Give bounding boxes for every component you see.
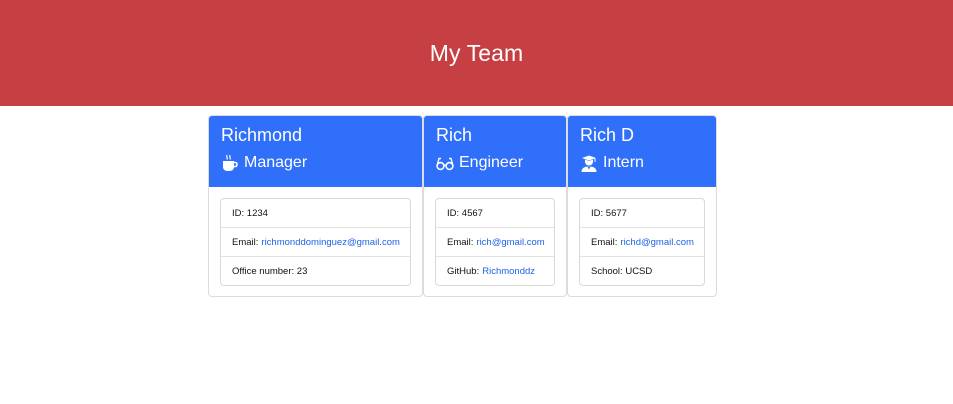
id-value: 5677 bbox=[605, 207, 627, 219]
card-header: Rich D Intern bbox=[568, 116, 716, 187]
glasses-icon bbox=[436, 154, 454, 172]
employee-card-engineer: Rich Engineer ID: 4567 Email: rich@gmail.… bbox=[423, 115, 567, 297]
role-label: Engineer bbox=[459, 154, 524, 171]
page-title: My Team bbox=[429, 40, 524, 66]
graduate-icon bbox=[580, 154, 598, 172]
id-label: ID: bbox=[232, 207, 245, 219]
coffee-cup-icon bbox=[221, 154, 239, 172]
list-item-email: Email: richmonddominguez@gmail.com bbox=[221, 228, 410, 257]
list-item-email: Email: richd@gmail.com bbox=[580, 228, 704, 257]
school-label: School: bbox=[591, 265, 623, 277]
email-label: Email: bbox=[232, 236, 259, 248]
email-label: Email: bbox=[447, 236, 474, 248]
github-link[interactable]: Richmonddz bbox=[482, 266, 535, 277]
card-header: Rich Engineer bbox=[424, 116, 566, 187]
id-value: 4567 bbox=[461, 207, 483, 219]
list-item-id: ID: 5677 bbox=[580, 199, 704, 228]
id-value: 1234 bbox=[246, 207, 268, 219]
employee-name: Rich D bbox=[580, 125, 635, 145]
list-item-office-number: Office number: 23 bbox=[221, 257, 410, 285]
email-label: Email: bbox=[591, 236, 618, 248]
email-link[interactable]: richmonddominguez@gmail.com bbox=[261, 237, 399, 248]
employee-role: Manager bbox=[221, 153, 410, 173]
email-link[interactable]: richd@gmail.com bbox=[620, 237, 694, 248]
office-number-value: 23 bbox=[296, 265, 308, 277]
role-label: Manager bbox=[244, 154, 308, 171]
list-item-id: ID: 4567 bbox=[436, 199, 554, 228]
list-item-email: Email: rich@gmail.com bbox=[436, 228, 554, 257]
employee-card-intern: Rich D Intern ID: 5677 Email: richd@gmail… bbox=[567, 115, 717, 297]
list-item-id: ID: 1234 bbox=[221, 199, 410, 228]
list-item-github: GitHub: Richmonddz bbox=[436, 257, 554, 285]
employee-card-manager: Richmond Manager ID: 1234 Email: richmond… bbox=[208, 115, 423, 297]
email-link[interactable]: rich@gmail.com bbox=[476, 237, 544, 248]
list-item-school: School: UCSD bbox=[580, 257, 704, 285]
employee-role: Intern bbox=[580, 153, 704, 173]
github-label: GitHub: bbox=[447, 265, 480, 277]
employee-name: Rich bbox=[436, 125, 473, 145]
employee-details: ID: 5677 Email: richd@gmail.com School: U… bbox=[579, 198, 705, 286]
card-header: Richmond Manager bbox=[209, 116, 422, 187]
role-label: Intern bbox=[603, 154, 644, 171]
school-value: UCSD bbox=[625, 265, 653, 277]
employee-name: Richmond bbox=[221, 125, 303, 145]
employee-details: ID: 1234 Email: richmonddominguez@gmail.c… bbox=[220, 198, 411, 286]
page-header: My Team bbox=[0, 0, 953, 106]
id-label: ID: bbox=[591, 207, 604, 219]
employee-details: ID: 4567 Email: rich@gmail.com GitHub: Ric… bbox=[435, 198, 555, 286]
id-label: ID: bbox=[447, 207, 460, 219]
office-number-label: Office number: bbox=[232, 265, 295, 277]
employee-role: Engineer bbox=[436, 153, 554, 173]
